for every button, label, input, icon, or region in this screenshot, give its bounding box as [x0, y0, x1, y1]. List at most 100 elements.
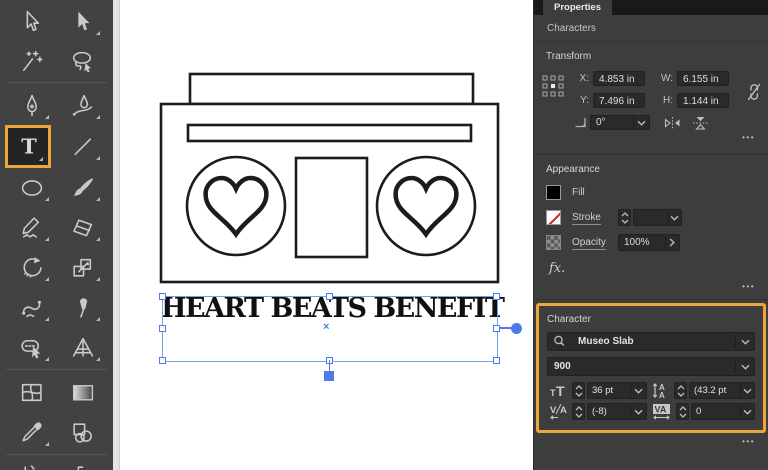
- x-input[interactable]: 4.853 in: [593, 71, 645, 86]
- boombox-artwork[interactable]: [119, 0, 533, 470]
- tracking-value[interactable]: 0: [692, 406, 740, 417]
- selection-handle-top-right[interactable]: [493, 293, 500, 300]
- kerning-dropdown[interactable]: (-8): [587, 403, 647, 420]
- chevron-down-icon[interactable]: [741, 384, 754, 397]
- fx-effects-button[interactable]: fx.: [546, 259, 756, 276]
- reference-point-icon[interactable]: [542, 75, 564, 97]
- rotation-angle-icon: [574, 117, 587, 128]
- selection-handle-top-left[interactable]: [159, 293, 166, 300]
- appearance-more-options[interactable]: •••: [546, 276, 756, 293]
- selection-widget-dot[interactable]: [511, 323, 522, 334]
- transform-more-options[interactable]: •••: [546, 130, 756, 148]
- line-segment-tool[interactable]: [59, 128, 105, 164]
- stroke-none-swatch[interactable]: [546, 210, 561, 225]
- tracking-dropdown[interactable]: 0: [691, 403, 755, 420]
- tracking-stepper[interactable]: [676, 403, 689, 420]
- chevron-down-icon[interactable]: [634, 116, 649, 129]
- opacity-value[interactable]: 100%: [619, 237, 665, 248]
- boombox-tape-deck[interactable]: [296, 158, 367, 257]
- stroke-label-link[interactable]: Stroke: [572, 212, 601, 225]
- font-size-dropdown[interactable]: 36 pt: [587, 382, 647, 399]
- opacity-swatch[interactable]: [546, 235, 561, 250]
- shape-builder-icon: [19, 335, 44, 360]
- eraser-tool[interactable]: [59, 209, 105, 245]
- selection-handle-mid-left[interactable]: [159, 325, 166, 332]
- boombox-slot[interactable]: [188, 125, 471, 141]
- selection-widget-square[interactable]: [324, 371, 334, 381]
- symbol-sprayer-tool[interactable]: [8, 457, 54, 470]
- svg-text:T: T: [21, 134, 37, 158]
- flip-vertical-button[interactable]: [693, 116, 708, 130]
- puppet-warp-tool[interactable]: [59, 289, 105, 325]
- character-more-options[interactable]: •••: [534, 433, 768, 446]
- mesh-tool[interactable]: [8, 374, 54, 410]
- tab-properties[interactable]: Properties: [543, 0, 612, 15]
- scale-tool[interactable]: [59, 249, 105, 285]
- font-family-dropdown[interactable]: Museo Slab: [547, 332, 755, 351]
- font-style-dropdown[interactable]: 900: [547, 357, 755, 376]
- blend-tool[interactable]: [59, 414, 105, 450]
- font-size-value[interactable]: 36 pt: [588, 385, 630, 396]
- leading-dropdown[interactable]: (43.2 pt: [689, 382, 755, 399]
- font-family-value[interactable]: Museo Slab: [572, 336, 735, 347]
- selection-handle-bottom-left[interactable]: [159, 357, 166, 364]
- w-label: W:: [655, 73, 673, 84]
- curvature-tool[interactable]: [59, 87, 105, 123]
- leading-value[interactable]: (43.2 pt: [690, 385, 740, 396]
- leading-stepper[interactable]: [674, 382, 687, 399]
- kerning-stepper[interactable]: [572, 403, 585, 420]
- boombox-right-speaker[interactable]: [377, 157, 475, 255]
- font-size-stepper[interactable]: [572, 382, 585, 399]
- toolbar: T: [0, 0, 113, 470]
- rotation-dropdown[interactable]: 0°: [590, 115, 650, 130]
- h-input[interactable]: 1.144 in: [677, 93, 729, 108]
- selection-handle-top-center[interactable]: [326, 293, 333, 300]
- font-search-icon[interactable]: [548, 335, 572, 348]
- shape-builder-tool[interactable]: [8, 329, 54, 365]
- chevron-down-icon[interactable]: [741, 405, 754, 418]
- pen-tool[interactable]: [8, 87, 54, 123]
- rotation-value[interactable]: 0°: [591, 117, 633, 128]
- selection-handle-mid-right[interactable]: [493, 325, 500, 332]
- paintbrush-tool[interactable]: [59, 169, 105, 205]
- chevron-down-icon[interactable]: [631, 405, 646, 418]
- perspective-grid-tool[interactable]: [59, 329, 105, 365]
- opacity-control[interactable]: 100%: [618, 234, 680, 251]
- selection-handle-bottom-right[interactable]: [493, 357, 500, 364]
- direct-selection-tool[interactable]: [59, 3, 105, 39]
- constrain-proportions-unlinked-icon[interactable]: [746, 82, 762, 102]
- magic-wand-tool[interactable]: [8, 43, 54, 79]
- chevron-down-icon[interactable]: [631, 384, 646, 397]
- chevron-down-icon[interactable]: [736, 358, 754, 375]
- appearance-section: Appearance Fill Stroke: [534, 155, 768, 299]
- column-graph-tool[interactable]: [59, 457, 105, 470]
- font-style-value[interactable]: 900: [548, 361, 735, 372]
- lasso-tool[interactable]: [59, 43, 105, 79]
- type-tool[interactable]: T: [8, 128, 48, 165]
- shaper-tool[interactable]: [8, 209, 54, 245]
- boombox-handle[interactable]: [190, 74, 473, 104]
- opacity-label-link[interactable]: Opacity: [572, 237, 606, 250]
- boombox-left-speaker[interactable]: [187, 157, 285, 255]
- ellipse-tool[interactable]: [8, 169, 54, 205]
- curvature-pen-icon: [70, 93, 95, 118]
- flip-horizontal-button[interactable]: [664, 117, 681, 129]
- chevron-down-icon[interactable]: [669, 211, 681, 224]
- h-label: H:: [655, 95, 673, 106]
- chevron-down-icon[interactable]: [736, 333, 754, 350]
- tracking-icon: VA: [651, 403, 674, 420]
- eyedropper-tool[interactable]: [8, 414, 54, 450]
- width-tool[interactable]: [8, 289, 54, 325]
- chevron-right-icon[interactable]: [666, 236, 679, 249]
- selection-center-mark: ×: [323, 321, 329, 333]
- rotate-tool[interactable]: [8, 249, 54, 285]
- selection-tool[interactable]: [8, 3, 54, 39]
- w-input[interactable]: 6.155 in: [677, 71, 729, 86]
- kerning-value[interactable]: (-8): [588, 406, 630, 417]
- stroke-weight-stepper[interactable]: [618, 209, 631, 226]
- stroke-weight-dropdown[interactable]: [633, 209, 682, 226]
- fill-swatch[interactable]: [546, 185, 561, 200]
- text-selection-bounding-box[interactable]: [162, 296, 498, 362]
- y-input[interactable]: 7.496 in: [593, 93, 645, 108]
- gradient-tool[interactable]: [59, 374, 105, 410]
